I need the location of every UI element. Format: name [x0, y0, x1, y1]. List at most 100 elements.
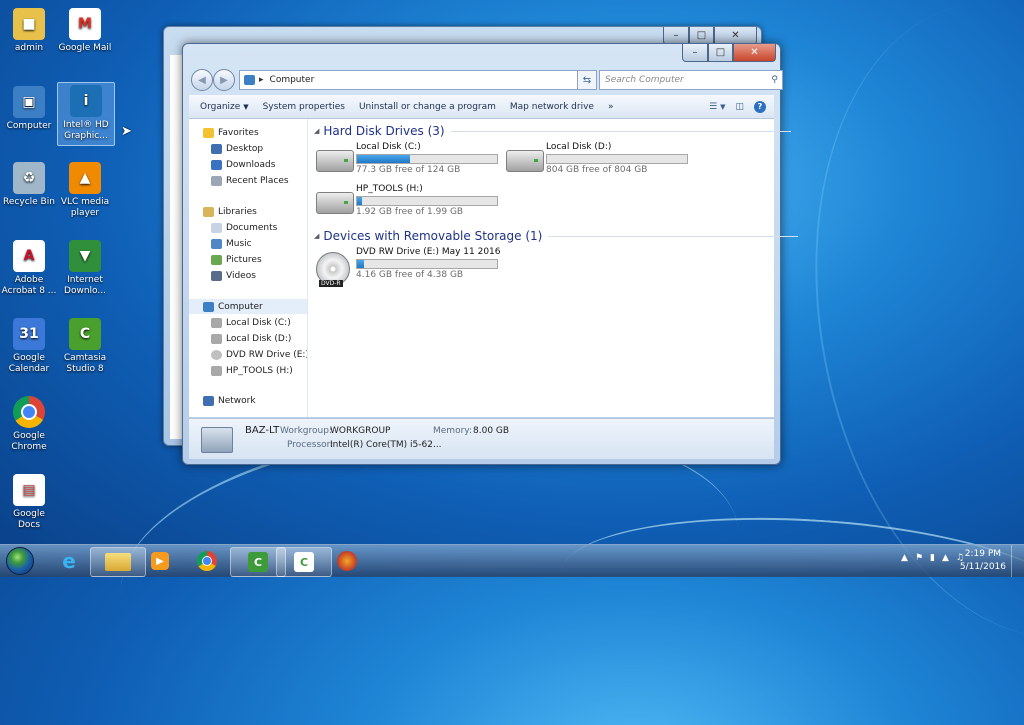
command-bar: Organize ▼ System properties Uninstall o…	[189, 95, 774, 119]
signal-icon[interactable]: ▲	[942, 553, 949, 563]
clock[interactable]: 2:19 PM 5/11/2016	[960, 548, 1006, 574]
drive-tile-h[interactable]: HP_TOOLS (H:) 1.92 GB free of 1.99 GB	[316, 184, 506, 218]
chevron-down-icon: ▼	[243, 102, 249, 111]
taskbar-media-player[interactable]: ▶	[133, 547, 187, 575]
nav-downloads[interactable]: Downloads	[189, 157, 307, 172]
desktop-icon-vlc[interactable]: ▲ VLC media player	[57, 160, 113, 219]
search-icon[interactable]: ⚲	[771, 75, 778, 85]
computer-icon	[201, 427, 233, 453]
nav-network[interactable]: Network	[189, 393, 307, 408]
uninstall-program-button[interactable]: Uninstall or change a program	[352, 102, 503, 112]
drive-tile-c[interactable]: Local Disk (C:) 77.3 GB free of 124 GB	[316, 142, 506, 176]
videos-icon	[211, 270, 222, 281]
dvd-disc-icon: DVD-R	[316, 252, 350, 287]
flag-icon[interactable]: ⚑	[915, 553, 923, 563]
group-header-hard-disk-drives[interactable]: ◢ Hard Disk Drives (3)	[314, 124, 791, 138]
back-button[interactable]: ◀	[191, 69, 213, 91]
nav-favorites[interactable]: Favorites	[189, 125, 307, 140]
hard-drive-icon	[211, 317, 222, 328]
nav-recent-places[interactable]: Recent Places	[189, 173, 307, 188]
mouse-cursor-icon: ➤	[121, 124, 132, 139]
group-header-removable-storage[interactable]: ◢ Devices with Removable Storage (1)	[314, 229, 799, 243]
documents-icon	[211, 222, 222, 233]
collapse-triangle-icon: ◢	[314, 127, 320, 135]
nav-music[interactable]: Music	[189, 236, 307, 251]
system-properties-button[interactable]: System properties	[256, 102, 352, 112]
hard-drive-icon	[316, 192, 354, 214]
change-view-icon[interactable]: ☰ ▼	[709, 102, 725, 112]
nav-videos[interactable]: Videos	[189, 268, 307, 283]
address-text: Computer	[269, 75, 315, 85]
nav-pictures[interactable]: Pictures	[189, 252, 307, 267]
desktop-icon-camtasia[interactable]: C Camtasia Studio 8	[57, 316, 113, 375]
map-network-drive-button[interactable]: Map network drive	[503, 102, 601, 112]
drive-usage-bar	[356, 154, 498, 164]
nav-desktop[interactable]: Desktop	[189, 141, 307, 156]
libraries-icon	[203, 206, 214, 217]
desktop-icon-google-calendar[interactable]: 31 Google Calendar	[1, 316, 57, 375]
computer-icon	[203, 301, 214, 312]
computer-name: BAZ-LT	[245, 425, 280, 436]
help-icon[interactable]: ?	[754, 100, 766, 113]
desktop-icon-google-docs[interactable]: ▤ Google Docs	[1, 472, 57, 531]
folder-icon	[105, 553, 131, 571]
desktop-icon-adobe-acrobat[interactable]: A Adobe Acrobat 8 ...	[1, 238, 57, 297]
battery-icon[interactable]: ▮	[930, 553, 935, 563]
computer-icon	[244, 75, 255, 85]
gmail-icon: M	[69, 8, 101, 40]
hard-drive-icon	[506, 150, 544, 172]
taskbar-chrome[interactable]	[180, 547, 234, 575]
internet-explorer-icon: e	[62, 549, 76, 573]
nav-documents[interactable]: Documents	[189, 220, 307, 235]
show-hidden-icons-icon[interactable]: ▲	[901, 553, 908, 563]
user-folder-icon: ■	[13, 8, 45, 40]
desktop-icon-recycle-bin[interactable]: ♻ Recycle Bin	[1, 160, 57, 208]
drive-tile-d[interactable]: Local Disk (D:) 804 GB free of 804 GB	[506, 142, 696, 176]
search-input[interactable]: Search Computer ⚲	[599, 70, 783, 90]
adobe-acrobat-icon: A	[13, 240, 45, 272]
nav-libraries[interactable]: Libraries	[189, 204, 307, 219]
drive-tile-dvd[interactable]: DVD-R DVD RW Drive (E:) May 11 2016 4.16…	[316, 247, 506, 287]
camtasia-icon: C	[248, 552, 268, 572]
camtasia-studio-icon: C	[294, 552, 314, 572]
computer-icon: ▣	[13, 86, 45, 118]
media-player-icon: ▶	[151, 552, 169, 570]
group-divider	[450, 130, 791, 132]
organize-menu[interactable]: Organize ▼	[193, 102, 256, 112]
desktop-icon-intel-graphics[interactable]: i Intel® HD Graphic...	[57, 82, 115, 146]
taskbar-windows-media-player[interactable]	[320, 547, 374, 575]
preview-pane-icon[interactable]: ◫	[735, 102, 744, 112]
nav-local-disk-d[interactable]: Local Disk (D:)	[189, 331, 307, 346]
nav-local-disk-c[interactable]: Local Disk (C:)	[189, 315, 307, 330]
camtasia-icon: C	[69, 318, 101, 350]
maximize-button[interactable]: □	[708, 44, 733, 62]
desktop-icon-internet-download-manager[interactable]: ▼ Internet Downlo...	[57, 238, 113, 297]
taskbar-internet-explorer[interactable]: e	[42, 547, 96, 575]
desktop-icon	[211, 143, 222, 154]
close-button[interactable]: ✕	[733, 44, 776, 62]
address-bar[interactable]: ▸ Computer ▼	[239, 70, 597, 90]
start-button[interactable]	[2, 546, 38, 576]
wallpaper-swoosh	[555, 502, 1024, 680]
nav-dvd-drive[interactable]: DVD RW Drive (E:) M	[189, 347, 307, 362]
desktop-icon-admin[interactable]: ■ admin	[1, 6, 57, 54]
recycle-bin-icon: ♻	[13, 162, 45, 194]
explorer-window[interactable]: – □ ✕ ◀ ▶ ▸ Computer ▼ ⇆ Search Computer…	[182, 43, 799, 465]
desktop-icon-computer[interactable]: ▣ Computer	[1, 84, 57, 132]
intel-graphics-icon: i	[70, 85, 102, 117]
minimize-button[interactable]: –	[682, 44, 708, 62]
desktop-icon-google-chrome[interactable]: Google Chrome	[1, 394, 57, 453]
memory-label: Memory:	[433, 426, 472, 436]
nav-hp-tools[interactable]: HP_TOOLS (H:)	[189, 363, 307, 378]
star-icon	[203, 127, 214, 138]
drive-usage-fill	[357, 155, 411, 163]
chrome-icon	[13, 396, 45, 428]
forward-button[interactable]: ▶	[213, 69, 235, 91]
refresh-button[interactable]: ⇆	[577, 70, 597, 90]
show-desktop-button[interactable]	[1011, 545, 1024, 577]
network-icon	[203, 395, 214, 406]
workgroup-label: Workgroup:	[280, 426, 332, 436]
desktop-icon-google-mail[interactable]: M Google Mail	[57, 6, 113, 54]
nav-computer[interactable]: Computer	[189, 299, 307, 314]
more-commands-button[interactable]: »	[601, 102, 621, 112]
